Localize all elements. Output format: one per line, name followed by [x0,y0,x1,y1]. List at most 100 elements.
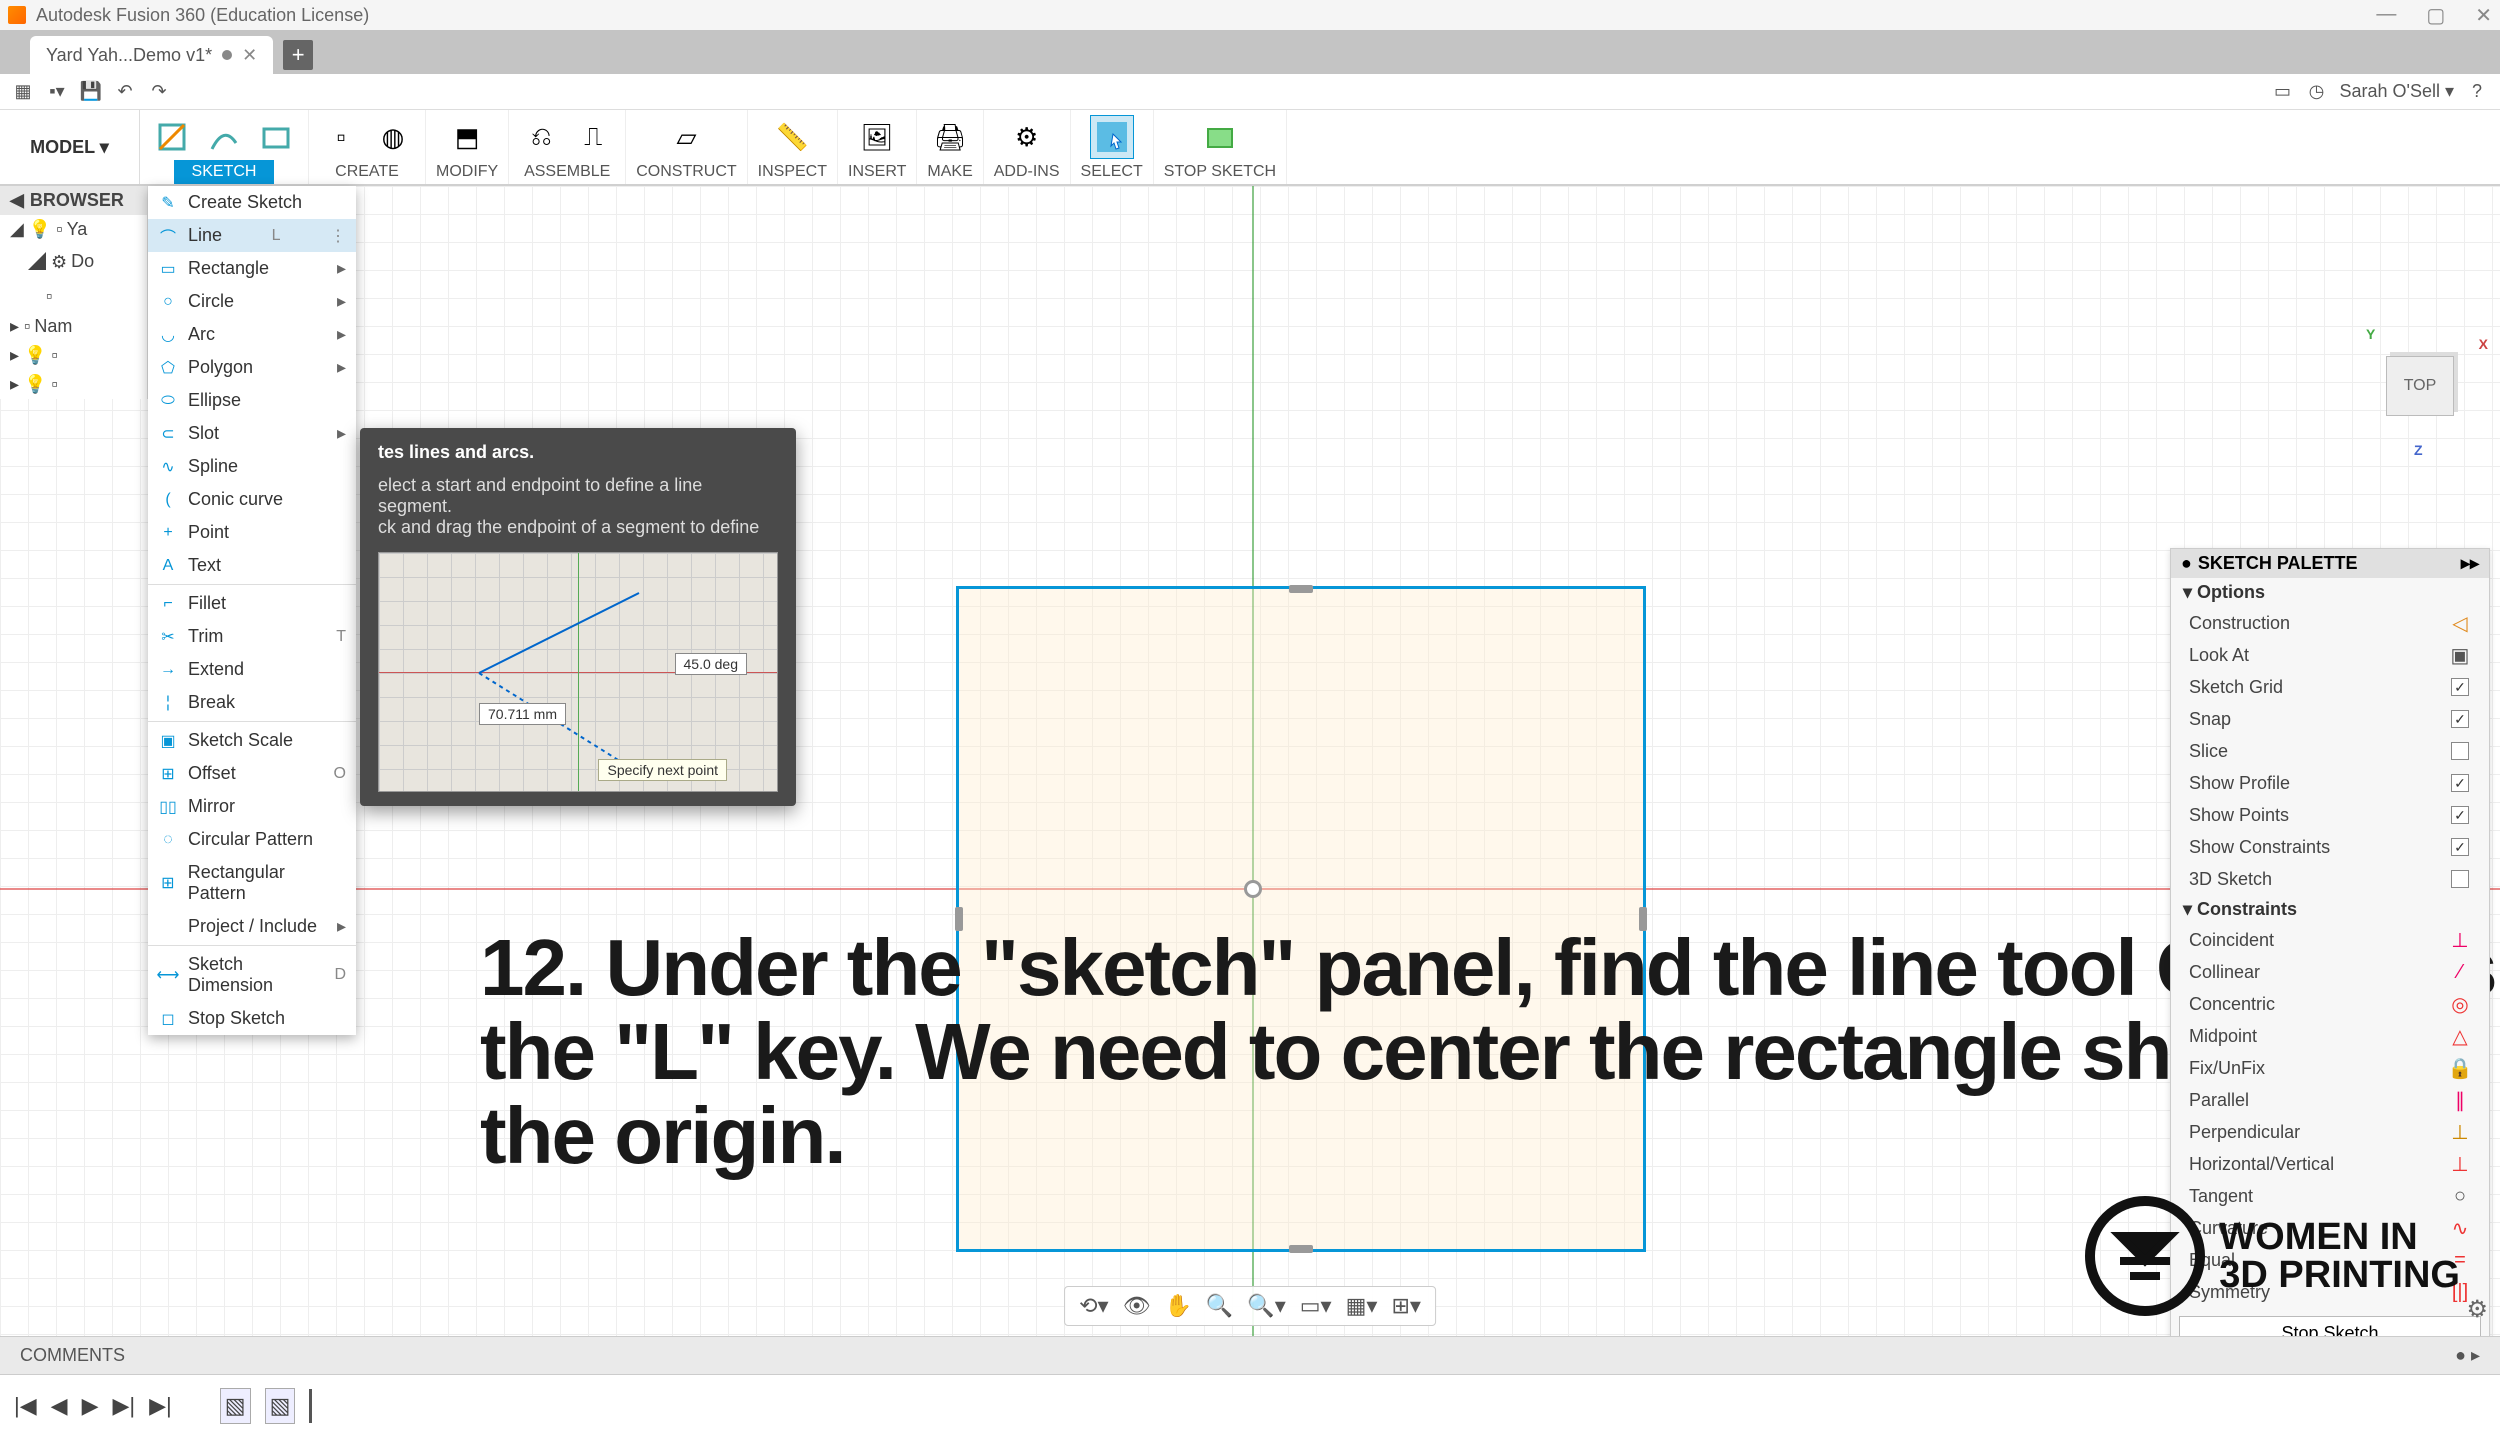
look-icon[interactable]: 👁 [1123,1293,1151,1319]
checkbox[interactable] [2451,710,2469,728]
menu-item-polygon[interactable]: ⬠Polygon▸ [148,351,356,384]
menu-item-stop-sketch[interactable]: ◻Stop Sketch [148,1002,356,1035]
asm-icon[interactable]: ⎍ [571,115,615,159]
menu-item-point[interactable]: +Point [148,516,356,549]
ribbon-make[interactable]: 🖨MAKE [917,110,983,184]
menu-item-sketch-scale[interactable]: ▣Sketch Scale [148,724,356,757]
checkbox[interactable] [2451,838,2469,856]
ribbon-construct[interactable]: ▱CONSTRUCT [626,110,747,184]
maximize-button[interactable]: ▢ [2426,3,2445,28]
addins-icon[interactable]: ⚙ [1005,115,1049,159]
menu-item-trim[interactable]: ✂TrimT [148,620,356,653]
menu-item-fillet[interactable]: ⌐Fillet [148,587,356,620]
extrude-icon[interactable]: ▫ [319,115,363,159]
menu-item-project-include[interactable]: Project / Include▸ [148,910,356,943]
menu-item-offset[interactable]: ⊞OffsetO [148,757,356,790]
view-cube[interactable]: X Y Z TOP [2370,346,2470,432]
constraint-coincident[interactable]: Coincident⊥ [2171,924,2489,956]
measure-icon[interactable]: 📏 [770,115,814,159]
menu-item-circular-pattern[interactable]: ◌Circular Pattern [148,823,356,856]
browser-row[interactable]: ◢ ⚙ Do [0,244,147,278]
undo-icon[interactable]: ↶ [114,81,136,103]
joint-icon[interactable]: ⎌ [519,115,563,159]
browser-row[interactable]: ▸ 💡 ▫ [0,341,147,370]
constraint-perpendicular[interactable]: Perpendicular⊥ [2171,1116,2489,1148]
ribbon-inspect[interactable]: 📏INSPECT [748,110,838,184]
browser-panel[interactable]: ◀BROWSER ◢ 💡 ▫ Ya ◢ ⚙ Do ▫ ▸ ▫ Nam ▸ 💡 ▫… [0,186,148,399]
browser-row[interactable]: ◢ 💡 ▫ Ya [0,215,147,244]
menu-item-rectangle[interactable]: ▭Rectangle▸ [148,252,356,285]
checkbox[interactable] [2451,678,2469,696]
browser-row[interactable]: ▸ ▫ Nam [0,312,147,341]
insert-icon[interactable]: 🖼 [855,115,899,159]
menu-item-ellipse[interactable]: ⬭Ellipse [148,384,356,417]
extensions-icon[interactable]: ▭ [2271,81,2293,103]
ribbon-sketch[interactable]: SKETCH [140,110,309,184]
minimize-button[interactable]: ― [2376,3,2396,28]
origin-point[interactable] [1244,880,1262,898]
ribbon-assemble[interactable]: ⎌⎍ASSEMBLE [509,110,626,184]
create-sketch-icon[interactable] [150,115,194,159]
line-icon[interactable] [202,115,246,159]
comments-bar[interactable]: COMMENTS ● ▸ [0,1336,2500,1374]
save-icon[interactable]: 💾 [80,81,102,103]
constraint-collinear[interactable]: Collinear⁄ [2171,956,2489,988]
grid-menu-icon[interactable]: ▦ [12,81,34,103]
fit-icon[interactable]: 🔍▾ [1247,1293,1285,1319]
ribbon-insert[interactable]: 🖼INSERT [838,110,917,184]
menu-item-line[interactable]: ⌒LineL⋮ [148,219,356,252]
ribbon-create[interactable]: ▫◍CREATE [309,110,426,184]
select-icon[interactable] [1090,115,1134,159]
menu-item-mirror[interactable]: ▯▯Mirror [148,790,356,823]
new-tab-button[interactable]: + [283,40,313,70]
option-look-at[interactable]: Look At▣ [2171,639,2489,671]
print-icon[interactable]: 🖨 [928,115,972,159]
checkbox[interactable] [2451,870,2469,888]
tab-close-button[interactable]: ✕ [242,45,257,66]
workspace-switcher[interactable]: MODEL ▾ [0,110,140,184]
menu-item-spline[interactable]: ∿Spline [148,450,356,483]
constraint-fix-unfix[interactable]: Fix/UnFix🔒 [2171,1052,2489,1084]
menu-item-text[interactable]: AText [148,549,356,582]
menu-item-conic-curve[interactable]: (Conic curve [148,483,356,516]
stop-sketch-icon[interactable] [1198,115,1242,159]
menu-item-break[interactable]: ¦Break [148,686,356,719]
orbit-icon[interactable]: ⟲▾ [1079,1293,1108,1319]
close-button[interactable]: ✕ [2475,3,2492,28]
checkbox[interactable] [2451,774,2469,792]
constraint-midpoint[interactable]: Midpoint△ [2171,1020,2489,1052]
constraint-parallel[interactable]: Parallel∥ [2171,1084,2489,1116]
menu-item-rectangular-pattern[interactable]: ⊞Rectangular Pattern [148,856,356,910]
constraint-concentric[interactable]: Concentric◎ [2171,988,2489,1020]
ribbon-addins[interactable]: ⚙ADD-INS [984,110,1071,184]
option-show-profile[interactable]: Show Profile [2171,767,2489,799]
pressfull-icon[interactable]: ⬒ [445,115,489,159]
option-sketch-grid[interactable]: Sketch Grid [2171,671,2489,703]
option-snap[interactable]: Snap [2171,703,2489,735]
option-show-points[interactable]: Show Points [2171,799,2489,831]
rect-icon[interactable] [254,115,298,159]
settings-gear-icon[interactable]: ⚙ [2466,1295,2488,1324]
menu-item-arc[interactable]: ◡Arc▸ [148,318,356,351]
sweep-icon[interactable]: ◍ [371,115,415,159]
ribbon-modify[interactable]: ⬒MODIFY [426,110,509,184]
viewcube-face[interactable]: TOP [2386,356,2454,416]
viewport-icon[interactable]: ⊞▾ [1391,1293,1420,1319]
menu-item-extend[interactable]: →Extend [148,653,356,686]
checkbox[interactable] [2451,742,2469,760]
grid-display-icon[interactable]: ▦▾ [1346,1293,1378,1319]
ribbon-stop-sketch[interactable]: STOP SKETCH [1154,110,1287,184]
zoom-icon[interactable]: 🔍 [1206,1293,1233,1319]
checkbox[interactable] [2451,806,2469,824]
user-menu[interactable]: Sarah O'Sell ▾ [2339,81,2454,102]
navigation-bar[interactable]: ⟲▾ 👁 ✋ 🔍 🔍▾ ▭▾ ▦▾ ⊞▾ [1064,1286,1436,1326]
option-show-constraints[interactable]: Show Constraints [2171,831,2489,863]
ribbon-select[interactable]: SELECT [1071,110,1154,184]
plane-icon[interactable]: ▱ [664,115,708,159]
timeline[interactable]: |◀ ◀ ▶ ▶| ▶| ▧ ▧ [0,1374,2500,1436]
constraint-horizontal-vertical[interactable]: Horizontal/Vertical⊥ [2171,1148,2489,1180]
redo-icon[interactable]: ↷ [148,81,170,103]
option--d-sketch[interactable]: 3D Sketch [2171,863,2489,895]
menu-item-slot[interactable]: ⊂Slot▸ [148,417,356,450]
option-construction[interactable]: Construction◁ [2171,607,2489,639]
